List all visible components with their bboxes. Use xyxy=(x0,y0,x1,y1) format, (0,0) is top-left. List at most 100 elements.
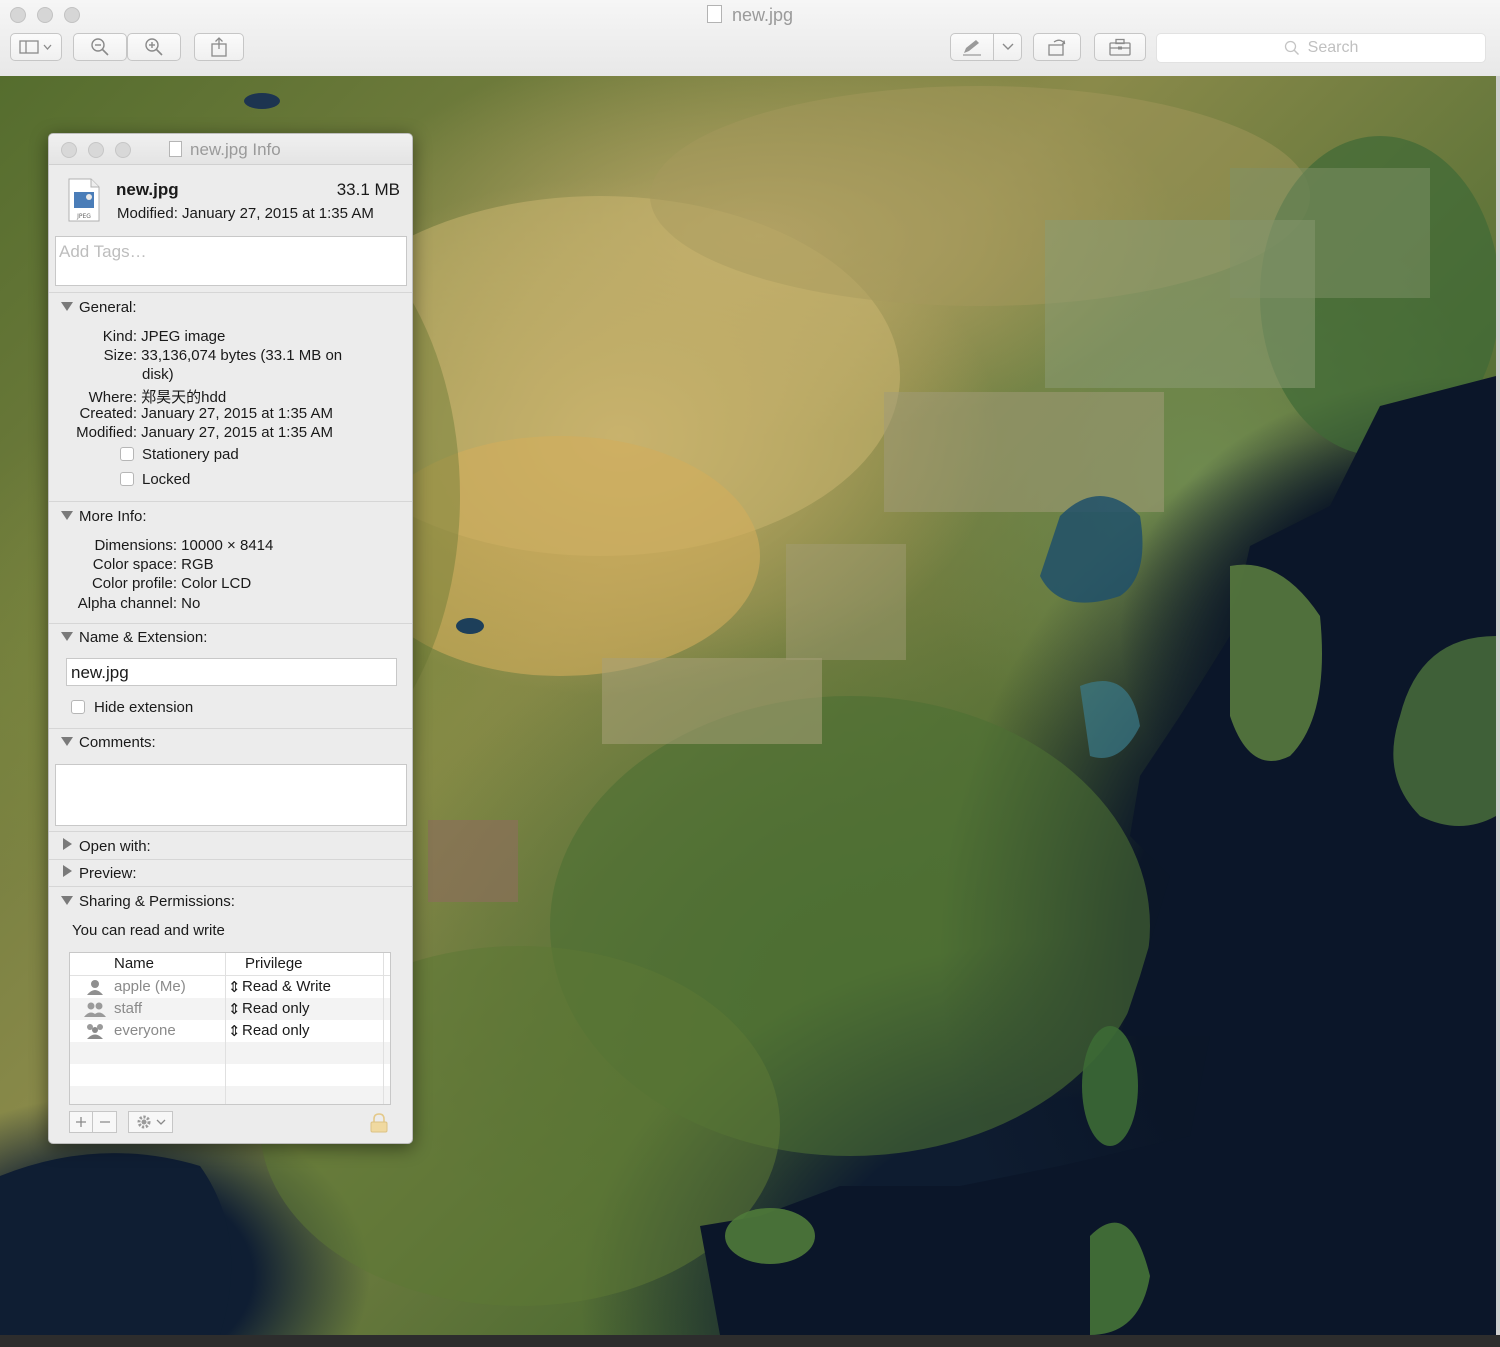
kind-value: JPEG image xyxy=(141,328,226,345)
tags-field[interactable]: Add Tags… xyxy=(55,236,407,286)
updown-arrows-icon: ⇕ xyxy=(228,1001,241,1018)
permission-row[interactable]: apple (Me) ⇕ Read & Write xyxy=(70,976,390,998)
alpha-channel-label: Alpha channel: xyxy=(77,595,177,612)
action-menu-button[interactable] xyxy=(128,1111,173,1133)
zoom-out-icon xyxy=(91,38,109,56)
permission-user-name: apple (Me) xyxy=(114,978,186,995)
disclosure-triangle-icon xyxy=(63,838,72,850)
permission-row[interactable]: staff ⇕ Read only xyxy=(70,998,390,1020)
general-section-toggle[interactable]: General: xyxy=(61,299,137,316)
group-icon xyxy=(84,1002,106,1017)
stationery-pad-checkbox[interactable] xyxy=(120,447,134,461)
vertical-scrollbar[interactable] xyxy=(1496,76,1500,1335)
column-divider xyxy=(383,953,384,1104)
size-value-cont: disk) xyxy=(142,366,174,383)
share-icon xyxy=(211,37,227,57)
divider xyxy=(49,859,412,860)
toolbox-button[interactable] xyxy=(1094,33,1146,61)
markup-menu-button[interactable] xyxy=(993,33,1022,61)
preview-section-toggle[interactable]: Preview: xyxy=(61,865,137,882)
sharing-section-toggle[interactable]: Sharing & Permissions: xyxy=(61,893,235,910)
minus-icon xyxy=(99,1121,110,1123)
sharing-summary: You can read and write xyxy=(72,922,225,939)
divider xyxy=(49,886,412,887)
stationery-pad-label: Stationery pad xyxy=(142,446,239,463)
name-field-value: new.jpg xyxy=(71,663,129,682)
name-extension-section-toggle[interactable]: Name & Extension: xyxy=(61,629,207,646)
info-zoom-button[interactable] xyxy=(115,142,131,158)
empty-row xyxy=(70,1042,390,1064)
info-title-text: new.jpg Info xyxy=(190,140,281,159)
jpeg-file-icon: JPEG xyxy=(68,178,100,222)
permission-group-name: staff xyxy=(114,1000,143,1017)
lock-icon[interactable] xyxy=(370,1113,388,1133)
name-field[interactable]: new.jpg xyxy=(66,658,397,686)
info-close-button[interactable] xyxy=(61,142,77,158)
document-icon xyxy=(169,141,182,157)
divider xyxy=(49,292,412,293)
where-value: 郑昊天的hdd xyxy=(141,389,227,406)
column-divider xyxy=(225,953,226,1104)
user-icon xyxy=(87,980,103,995)
kind-label: Kind: xyxy=(102,328,137,345)
info-minimize-button[interactable] xyxy=(88,142,104,158)
permission-everyone-name: everyone xyxy=(114,1022,176,1039)
divider xyxy=(49,623,412,624)
hide-extension-label: Hide extension xyxy=(94,699,194,716)
sidebar-icon xyxy=(19,40,52,54)
zoom-out-button[interactable] xyxy=(73,33,127,61)
general-header: General: xyxy=(79,299,137,316)
plus-icon xyxy=(76,1117,86,1127)
disclosure-triangle-icon xyxy=(63,865,72,877)
info-titlebar: new.jpg Info xyxy=(49,134,412,165)
search-placeholder: Search xyxy=(1307,39,1359,56)
markup-button[interactable] xyxy=(950,33,994,61)
svg-text:JPEG: JPEG xyxy=(76,213,91,220)
more-info-section-toggle[interactable]: More Info: xyxy=(61,508,147,525)
gear-icon xyxy=(137,1115,150,1129)
zoom-in-icon xyxy=(145,38,163,56)
rotate-icon xyxy=(1048,39,1066,56)
divider xyxy=(49,501,412,502)
color-profile-value: Color LCD xyxy=(181,575,252,592)
zoom-in-button[interactable] xyxy=(127,33,181,61)
file-name: new.jpg xyxy=(116,180,179,199)
hide-extension-checkbox[interactable] xyxy=(71,700,85,714)
dimensions-label: Dimensions: xyxy=(94,537,177,554)
permission-privilege-popup[interactable]: Read & Write xyxy=(242,978,331,995)
share-button[interactable] xyxy=(194,33,244,61)
permissions-header-row: Name Privilege xyxy=(70,953,390,976)
file-size: 33.1 MB xyxy=(336,180,400,199)
locked-checkbox[interactable] xyxy=(120,472,134,486)
open-with-header: Open with: xyxy=(79,838,151,855)
sidebar-toggle-button[interactable] xyxy=(10,33,62,61)
disclosure-triangle-icon xyxy=(61,511,73,520)
chevron-down-icon xyxy=(1002,43,1013,50)
search-field[interactable]: Search xyxy=(1156,33,1486,63)
disclosure-triangle-icon xyxy=(61,632,73,641)
permission-row[interactable]: everyone ⇕ Read only xyxy=(70,1020,390,1042)
permission-privilege-popup[interactable]: Read only xyxy=(242,1000,310,1017)
permission-privilege-popup[interactable]: Read only xyxy=(242,1022,310,1039)
permissions-table: Name Privilege apple (Me) ⇕ Read & Write… xyxy=(69,952,391,1105)
window-titlebar: new.jpg Search xyxy=(0,0,1500,77)
divider xyxy=(49,831,412,832)
alpha-channel-value: No xyxy=(181,595,201,612)
comments-section-toggle[interactable]: Comments: xyxy=(61,734,156,751)
column-header-privilege[interactable]: Privilege xyxy=(245,955,303,972)
column-header-name[interactable]: Name xyxy=(114,955,154,972)
modified-line: Modified: January 27, 2015 at 1:35 AM xyxy=(117,205,374,222)
rotate-button[interactable] xyxy=(1033,33,1081,61)
modified-label: Modified: xyxy=(76,424,137,441)
disclosure-triangle-icon xyxy=(61,896,73,905)
name-extension-header: Name & Extension: xyxy=(79,629,208,646)
comments-header: Comments: xyxy=(79,734,156,751)
open-with-section-toggle[interactable]: Open with: xyxy=(61,838,151,855)
disclosure-triangle-icon xyxy=(61,737,73,746)
sharing-header: Sharing & Permissions: xyxy=(79,893,235,910)
remove-permission-button[interactable] xyxy=(92,1111,117,1133)
add-permission-button[interactable] xyxy=(69,1111,93,1133)
chevron-down-icon xyxy=(156,1119,165,1125)
divider xyxy=(49,728,412,729)
comments-field[interactable] xyxy=(55,764,407,826)
